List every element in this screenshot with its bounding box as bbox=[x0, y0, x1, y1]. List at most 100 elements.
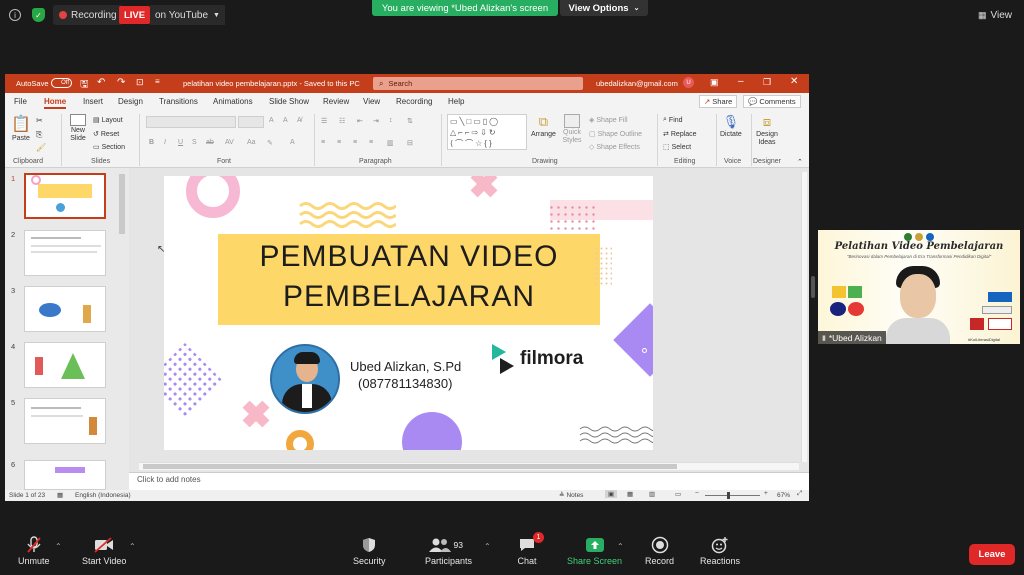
shape-effects-button[interactable]: ◇ Shape Effects bbox=[589, 143, 640, 152]
tab-file[interactable]: File bbox=[14, 97, 27, 106]
participants-button[interactable]: 93 Participants bbox=[425, 536, 472, 566]
shapes-gallery[interactable]: ▭╲□▭▯◯ △⌐⌐⇨⇩↻ ⟨⌒⌒☆{} bbox=[447, 114, 527, 150]
italic-icon[interactable]: I bbox=[164, 139, 166, 146]
align-right-icon[interactable]: ≡ bbox=[353, 139, 357, 146]
layout-button[interactable]: ▤ Layout bbox=[93, 116, 123, 125]
video-options-caret-icon[interactable]: ⌃ bbox=[129, 542, 136, 551]
notes-toggle[interactable]: ≜ Notes bbox=[559, 491, 583, 500]
find-button[interactable]: ⌕ Find bbox=[663, 116, 683, 124]
copy-icon[interactable]: ⎘ bbox=[36, 130, 42, 140]
present-icon[interactable]: ⊡ bbox=[136, 77, 144, 88]
tab-view[interactable]: View bbox=[363, 97, 380, 106]
decrease-indent-icon[interactable]: ⇤ bbox=[357, 117, 363, 125]
tab-design[interactable]: Design bbox=[118, 97, 143, 106]
save-icon[interactable]: 🖫 bbox=[80, 77, 89, 94]
start-video-button[interactable]: Start Video bbox=[82, 536, 126, 566]
avatar[interactable]: U bbox=[683, 77, 694, 88]
tab-transitions[interactable]: Transitions bbox=[159, 97, 198, 106]
customize-icon[interactable]: ≡ bbox=[155, 77, 160, 86]
bold-icon[interactable]: B bbox=[149, 139, 154, 146]
language-status[interactable]: English (Indonesia) bbox=[75, 492, 131, 499]
zoom-slider[interactable] bbox=[705, 495, 760, 496]
search-box[interactable]: ⌕ Search bbox=[373, 77, 583, 90]
bullets-icon[interactable]: ☰ bbox=[321, 117, 327, 125]
minimize-icon[interactable]: – bbox=[738, 76, 744, 87]
tab-insert[interactable]: Insert bbox=[83, 97, 103, 106]
dictate-button[interactable]: 🎙 Dictate bbox=[720, 114, 742, 138]
zoom-level[interactable]: 67% bbox=[777, 492, 790, 499]
restore-icon[interactable]: ❐ bbox=[763, 77, 771, 88]
grow-font-icon[interactable]: A bbox=[269, 117, 274, 124]
participant-video-tile[interactable]: Pelatihan Video Pembelajaran "Berinovasi… bbox=[818, 230, 1020, 344]
security-button[interactable]: Security bbox=[353, 536, 386, 566]
recording-indicator[interactable]: Recording bbox=[53, 5, 123, 25]
align-center-icon[interactable]: ≡ bbox=[337, 139, 341, 146]
slide-thumbnail-3[interactable] bbox=[24, 286, 106, 332]
change-case-icon[interactable]: Aa bbox=[247, 139, 256, 146]
info-icon[interactable]: i bbox=[9, 9, 21, 21]
record-button[interactable]: Record bbox=[645, 536, 674, 566]
line-spacing-icon[interactable]: ↕ bbox=[389, 117, 393, 124]
comments-button[interactable]: 💬 Comments bbox=[743, 95, 801, 108]
ribbon-display-icon[interactable]: ▣ bbox=[710, 77, 719, 88]
strikethrough-icon[interactable]: ab bbox=[206, 139, 214, 146]
unmute-button[interactable]: Unmute bbox=[18, 536, 50, 566]
redo-icon[interactable]: ↷ bbox=[117, 77, 125, 88]
share-options-caret-icon[interactable]: ⌃ bbox=[617, 542, 624, 551]
shape-fill-button[interactable]: ◈ Shape Fill bbox=[589, 116, 628, 125]
highlight-icon[interactable]: ✎ bbox=[267, 139, 273, 147]
notes-pane[interactable]: Click to add notes bbox=[129, 472, 809, 486]
justify-icon[interactable]: ≡ bbox=[369, 139, 373, 146]
account-email[interactable]: ubedalizkan@gmail.com bbox=[596, 79, 678, 88]
design-ideas-button[interactable]: ⧈ Design Ideas bbox=[755, 114, 779, 147]
canvas-vertical-scrollbar[interactable] bbox=[801, 172, 807, 462]
tab-home[interactable]: Home bbox=[44, 97, 67, 109]
canvas-hscroll-thumb[interactable] bbox=[143, 464, 677, 469]
section-button[interactable]: ▭ Section bbox=[93, 143, 125, 152]
shape-outline-button[interactable]: ▢ Shape Outline bbox=[589, 130, 642, 139]
view-button[interactable]: ▦ View bbox=[978, 5, 1012, 25]
zoom-slider-thumb[interactable] bbox=[727, 492, 730, 499]
columns-icon[interactable]: ▥ bbox=[387, 139, 394, 147]
chat-button[interactable]: 1 Chat bbox=[516, 532, 544, 566]
undo-icon[interactable]: ↶ bbox=[97, 77, 105, 88]
cut-icon[interactable]: ✂ bbox=[36, 116, 43, 125]
format-painter-icon[interactable]: 🖌 bbox=[36, 143, 46, 152]
slide-thumbnail-2[interactable] bbox=[24, 230, 106, 276]
zoom-out-icon[interactable]: − bbox=[695, 490, 699, 497]
font-color-icon[interactable]: A bbox=[290, 139, 295, 146]
slide-1[interactable]: PEMBUATAN VIDEO PEMBELAJARAN Ubed Alizka… bbox=[164, 176, 653, 450]
share-button[interactable]: ↗ Share bbox=[699, 95, 738, 108]
reactions-button[interactable]: Reactions bbox=[700, 536, 740, 566]
tab-review[interactable]: Review bbox=[323, 97, 349, 106]
spellcheck-icon[interactable]: ▦ bbox=[57, 491, 63, 499]
underline-icon[interactable]: U bbox=[178, 139, 183, 146]
collapse-ribbon-icon[interactable]: ⌃ bbox=[797, 158, 803, 166]
clear-format-icon[interactable]: A̸ bbox=[297, 117, 302, 124]
slide-thumbnail-6[interactable] bbox=[24, 460, 106, 490]
reading-view-icon[interactable]: ▥ bbox=[649, 490, 655, 498]
shield-icon[interactable]: ✓ bbox=[32, 8, 45, 22]
slide-thumbnail-5[interactable] bbox=[24, 398, 106, 444]
leave-button[interactable]: Leave bbox=[969, 544, 1015, 565]
new-slide-button[interactable]: New Slide bbox=[67, 114, 89, 143]
slide-thumbnail-4[interactable] bbox=[24, 342, 106, 388]
paste-button[interactable]: 📋 Paste bbox=[11, 114, 31, 142]
align-left-icon[interactable]: ≡ bbox=[321, 139, 325, 146]
shrink-font-icon[interactable]: A bbox=[283, 117, 288, 124]
replace-button[interactable]: ⇄ Replace bbox=[663, 130, 697, 139]
autosave-toggle[interactable]: Off bbox=[51, 78, 72, 88]
slideshow-view-icon[interactable]: ▭ bbox=[675, 490, 681, 498]
select-button[interactable]: ⬚ Select bbox=[663, 143, 691, 152]
numbering-icon[interactable]: ☷ bbox=[339, 117, 345, 125]
normal-view-icon[interactable]: ▣ bbox=[605, 490, 618, 498]
quick-styles-button[interactable]: Quick Styles bbox=[561, 114, 583, 145]
spacing-icon[interactable]: AV bbox=[225, 139, 234, 146]
view-options-button[interactable]: View Options ⌄ bbox=[560, 0, 648, 16]
font-size-box[interactable] bbox=[238, 116, 264, 128]
thumbnails-scrollbar[interactable] bbox=[119, 174, 125, 234]
shadow-icon[interactable]: S bbox=[192, 139, 197, 146]
live-badge[interactable]: LIVE bbox=[119, 6, 150, 24]
video-panel-handle[interactable] bbox=[811, 276, 815, 298]
participants-caret-icon[interactable]: ⌃ bbox=[484, 542, 491, 551]
